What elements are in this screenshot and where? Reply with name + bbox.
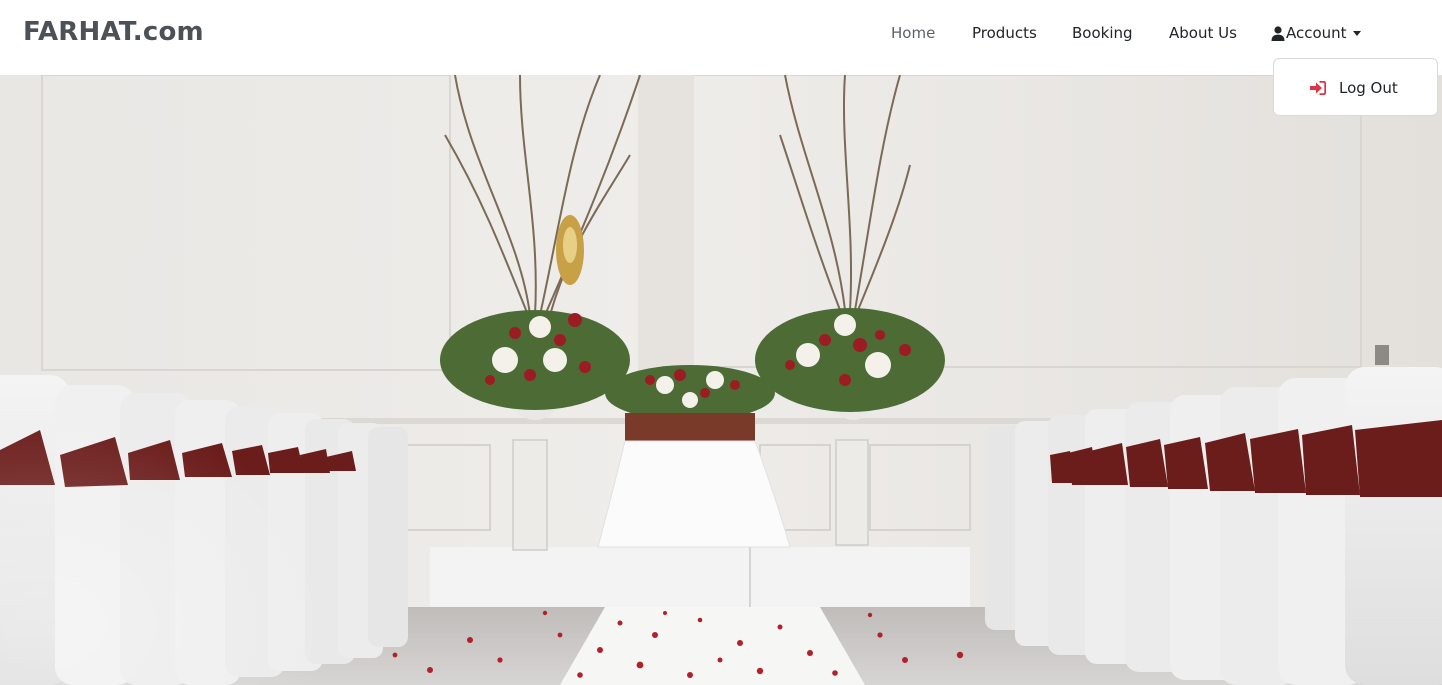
nav-products[interactable]: Products — [972, 24, 1037, 42]
account-dropdown-menu: Log Out — [1273, 58, 1438, 116]
nav-home[interactable]: Home — [891, 24, 935, 42]
nav-about-us[interactable]: About Us — [1169, 24, 1237, 42]
hero-image — [0, 75, 1442, 685]
account-label: Account — [1286, 24, 1347, 42]
account-dropdown-toggle[interactable]: Account — [1271, 24, 1361, 42]
logout-menu-item[interactable]: Log Out — [1274, 73, 1437, 103]
user-icon — [1271, 25, 1285, 41]
navbar: FARHAT.com Home Products Booking About U… — [0, 0, 1442, 75]
brand-logo[interactable]: FARHAT.com — [23, 17, 204, 47]
sign-in-arrow-icon — [1310, 81, 1326, 95]
logout-label: Log Out — [1339, 79, 1398, 97]
nav-booking[interactable]: Booking — [1072, 24, 1133, 42]
caret-down-icon — [1352, 31, 1361, 36]
